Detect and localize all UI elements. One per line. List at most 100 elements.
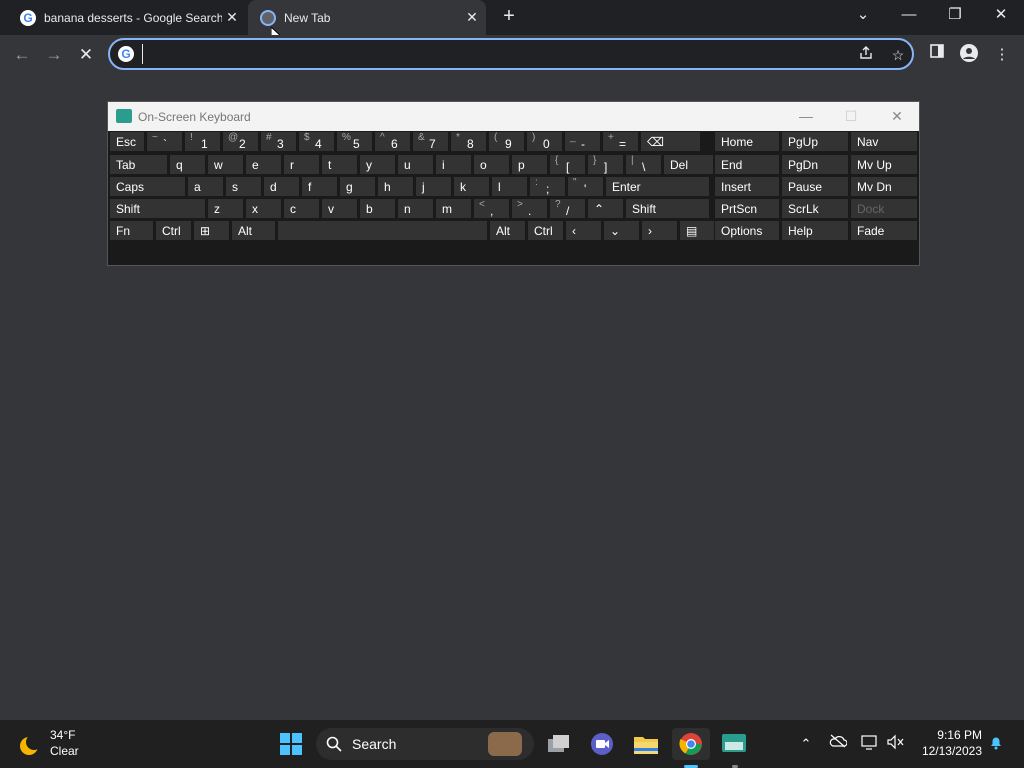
osk-key-r[interactable]: r xyxy=(283,154,320,175)
osk-key-=[interactable]: + = xyxy=(602,131,639,152)
task-view-icon[interactable] xyxy=(543,728,575,760)
star-icon[interactable]: ☆ xyxy=(888,45,908,65)
stop-loading-button[interactable]: ✕ xyxy=(74,43,98,67)
osk-key-mv-dn[interactable]: Mv Dn xyxy=(850,176,918,197)
osk-key-t[interactable]: t xyxy=(321,154,358,175)
osk-key-/[interactable]: ? / xyxy=(549,198,586,219)
osk-key-symbol-4-8[interactable]: ⌄ xyxy=(603,220,640,241)
osk-key-c[interactable]: c xyxy=(283,198,320,219)
osk-key-symbol-0-14[interactable]: ⌫ xyxy=(640,131,701,152)
osk-key-w[interactable]: w xyxy=(207,154,244,175)
side-panel-icon[interactable] xyxy=(925,43,949,67)
osk-key-9[interactable]: (9 xyxy=(488,131,525,152)
osk-key-s[interactable]: s xyxy=(225,176,262,197)
osk-minimize-button[interactable]: — xyxy=(794,106,818,126)
osk-key-m[interactable]: m xyxy=(435,198,472,219)
osk-key-nav[interactable]: Nav xyxy=(850,131,918,152)
osk-title-bar[interactable]: On-Screen Keyboard — ☐ ✕ xyxy=(108,102,919,131)
restore-button[interactable]: ❐ xyxy=(932,0,978,30)
share-icon[interactable] xyxy=(856,45,876,65)
osk-key-alt[interactable]: Alt xyxy=(489,220,526,241)
osk-key-o[interactable]: o xyxy=(473,154,510,175)
tab-close-icon[interactable]: ✕ xyxy=(462,9,482,26)
osk-key-'[interactable]: " ' xyxy=(567,176,604,197)
address-bar[interactable]: G ☆ xyxy=(108,38,914,70)
close-window-button[interactable]: ✕ xyxy=(978,0,1024,30)
osk-key-6[interactable]: ^ 6 xyxy=(374,131,411,152)
osk-key-pgdn[interactable]: PgDn xyxy=(781,154,849,175)
osk-key-1[interactable]: ! 1 xyxy=(184,131,221,152)
network-icon[interactable] xyxy=(860,734,880,754)
osk-key-;[interactable]: :; xyxy=(529,176,566,197)
osk-key-.[interactable]: >. xyxy=(511,198,548,219)
osk-key-backslash[interactable]: | \ xyxy=(625,154,662,175)
onedrive-icon[interactable] xyxy=(828,734,848,754)
osk-key-fade[interactable]: Fade xyxy=(850,220,918,241)
osk-key-,[interactable]: <, xyxy=(473,198,510,219)
osk-key-options[interactable]: Options xyxy=(714,220,780,241)
volume-muted-icon[interactable] xyxy=(886,734,906,754)
osk-key-h[interactable]: h xyxy=(377,176,414,197)
clock[interactable]: 9:16 PM 12/13/2023 xyxy=(922,728,982,758)
start-icon[interactable] xyxy=(275,728,307,760)
osk-key-l[interactable]: l xyxy=(491,176,528,197)
osk-close-button[interactable]: ✕ xyxy=(885,106,909,126)
osk-key-symbol-4-10[interactable]: ▤ xyxy=(679,220,716,241)
notification-bell-icon[interactable] xyxy=(986,734,1006,754)
osk-key-caps[interactable]: Caps xyxy=(109,176,186,197)
tab-new-tab[interactable]: New Tab ✕ xyxy=(248,0,486,35)
osk-key-[[interactable]: {[ xyxy=(549,154,586,175)
osk-key-tab[interactable]: Tab xyxy=(109,154,168,175)
osk-key-u[interactable]: u xyxy=(397,154,434,175)
osk-key-enter[interactable]: Enter xyxy=(605,176,710,197)
osk-key-v[interactable]: v xyxy=(321,198,358,219)
osk-key-ctrl[interactable]: Ctrl xyxy=(155,220,192,241)
omnibox-input[interactable] xyxy=(142,44,845,64)
new-tab-button[interactable]: + xyxy=(498,5,520,27)
forward-button[interactable]: → xyxy=(42,43,66,67)
osk-key-symbol-3-11[interactable]: ⌃ xyxy=(587,198,624,219)
osk-key-`[interactable]: ~ ` xyxy=(146,131,183,152)
osk-key-space[interactable] xyxy=(277,220,488,241)
tab-close-icon[interactable]: ✕ xyxy=(222,9,242,26)
osk-key-esc[interactable]: Esc xyxy=(109,131,145,152)
osk-key-q[interactable]: q xyxy=(169,154,206,175)
osk-key-][interactable]: }] xyxy=(587,154,624,175)
osk-key-insert[interactable]: Insert xyxy=(714,176,780,197)
osk-key-home[interactable]: Home xyxy=(714,131,780,152)
osk-key-7[interactable]: & 7 xyxy=(412,131,449,152)
osk-key-p[interactable]: p xyxy=(511,154,548,175)
osk-key-f[interactable]: f xyxy=(301,176,338,197)
minimize-button[interactable]: — xyxy=(886,0,932,30)
osk-key-pause[interactable]: Pause xyxy=(781,176,849,197)
osk-key--[interactable]: _ - xyxy=(564,131,601,152)
osk-key-i[interactable]: i xyxy=(435,154,472,175)
osk-key-0[interactable]: ) 0 xyxy=(526,131,563,152)
osk-key-end[interactable]: End xyxy=(714,154,780,175)
osk-key-e[interactable]: e xyxy=(245,154,282,175)
osk-key-scrlk[interactable]: ScrLk xyxy=(781,198,849,219)
osk-key-shift[interactable]: Shift xyxy=(109,198,206,219)
osk-key-symbol-4-9[interactable]: › xyxy=(641,220,678,241)
osk-key-symbol-4-7[interactable]: ‹ xyxy=(565,220,602,241)
osk-key-j[interactable]: j xyxy=(415,176,452,197)
tab-search-icon[interactable]: ⌄ xyxy=(840,0,886,30)
osk-key-d[interactable]: d xyxy=(263,176,300,197)
osk-key-g[interactable]: g xyxy=(339,176,376,197)
menu-icon[interactable]: ⋮ xyxy=(990,43,1014,67)
osk-key-a[interactable]: a xyxy=(187,176,224,197)
osk-key-n[interactable]: n xyxy=(397,198,434,219)
osk-key-shift[interactable]: Shift xyxy=(625,198,710,219)
osk-key-3[interactable]: #3 xyxy=(260,131,297,152)
tab-banana-desserts[interactable]: G banana desserts - Google Search ✕ xyxy=(8,0,246,35)
osk-key-k[interactable]: k xyxy=(453,176,490,197)
osk-key-symbol-4-2[interactable]: ⊞ xyxy=(193,220,230,241)
osk-key-alt[interactable]: Alt xyxy=(231,220,276,241)
osk-key-mv-up[interactable]: Mv Up xyxy=(850,154,918,175)
osk-key-pgup[interactable]: PgUp xyxy=(781,131,849,152)
osk-key-ctrl[interactable]: Ctrl xyxy=(527,220,564,241)
osk-key-fn[interactable]: Fn xyxy=(109,220,154,241)
osk-key-x[interactable]: x xyxy=(245,198,282,219)
profile-icon[interactable] xyxy=(957,43,981,67)
osk-key-2[interactable]: @2 xyxy=(222,131,259,152)
